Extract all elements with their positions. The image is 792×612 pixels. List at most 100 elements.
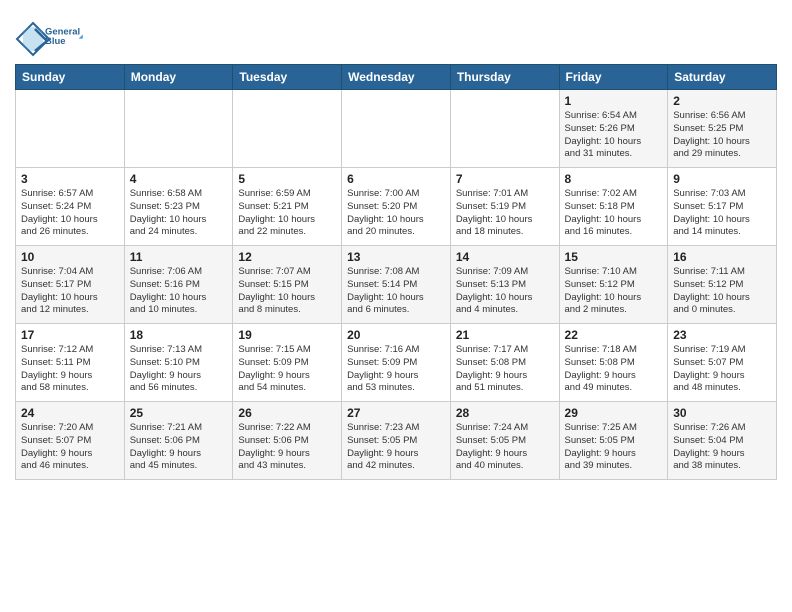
day-info: Sunrise: 7:20 AM Sunset: 5:07 PM Dayligh… [21, 422, 119, 473]
day-info: Sunrise: 7:09 AM Sunset: 5:13 PM Dayligh… [456, 266, 554, 317]
day-info: Sunrise: 7:06 AM Sunset: 5:16 PM Dayligh… [130, 266, 228, 317]
day-cell: 7Sunrise: 7:01 AM Sunset: 5:19 PM Daylig… [450, 168, 559, 246]
calendar: SundayMondayTuesdayWednesdayThursdayFrid… [15, 64, 777, 480]
day-info: Sunrise: 7:26 AM Sunset: 5:04 PM Dayligh… [673, 422, 771, 473]
day-cell: 17Sunrise: 7:12 AM Sunset: 5:11 PM Dayli… [16, 324, 125, 402]
day-info: Sunrise: 7:15 AM Sunset: 5:09 PM Dayligh… [238, 344, 336, 395]
day-number: 5 [238, 172, 336, 186]
weekday-header-saturday: Saturday [668, 65, 777, 90]
day-cell: 26 Sunrise: 7:22 AM Sunset: 5:06 PM Dayli… [233, 402, 342, 480]
week-row-2: 3Sunrise: 6:57 AM Sunset: 5:24 PM Daylig… [16, 168, 777, 246]
day-info: Sunrise: 6:54 AM Sunset: 5:26 PM Dayligh… [565, 110, 663, 161]
day-number: 25 [130, 406, 228, 420]
day-number: 26 [238, 406, 336, 420]
week-row-1: 1 Sunrise: 6:54 AM Sunset: 5:26 PM Daylig… [16, 90, 777, 168]
day-info: Sunrise: 7:07 AM Sunset: 5:15 PM Dayligh… [238, 266, 336, 317]
day-number: 28 [456, 406, 554, 420]
day-cell [233, 90, 342, 168]
day-number: 9 [673, 172, 771, 186]
day-number: 20 [347, 328, 445, 342]
page: General Blue SundayMondayTuesdayWednesda… [0, 0, 792, 495]
day-cell: 24 Sunrise: 7:20 AM Sunset: 5:07 PM Dayli… [16, 402, 125, 480]
week-row-4: 17Sunrise: 7:12 AM Sunset: 5:11 PM Dayli… [16, 324, 777, 402]
day-number: 30 [673, 406, 771, 420]
day-cell: 13 Sunrise: 7:08 AM Sunset: 5:14 PM Dayli… [342, 246, 451, 324]
day-cell: 10Sunrise: 7:04 AM Sunset: 5:17 PM Dayli… [16, 246, 125, 324]
day-cell: 30 Sunrise: 7:26 AM Sunset: 5:04 PM Dayli… [668, 402, 777, 480]
day-number: 27 [347, 406, 445, 420]
day-info: Sunrise: 7:04 AM Sunset: 5:17 PM Dayligh… [21, 266, 119, 317]
day-info: Sunrise: 7:08 AM Sunset: 5:14 PM Dayligh… [347, 266, 445, 317]
day-cell: 4Sunrise: 6:58 AM Sunset: 5:23 PM Daylig… [124, 168, 233, 246]
week-row-3: 10Sunrise: 7:04 AM Sunset: 5:17 PM Dayli… [16, 246, 777, 324]
day-number: 13 [347, 250, 445, 264]
day-cell: 20Sunrise: 7:16 AM Sunset: 5:09 PM Dayli… [342, 324, 451, 402]
weekday-header-monday: Monday [124, 65, 233, 90]
weekday-header-friday: Friday [559, 65, 668, 90]
day-cell: 1 Sunrise: 6:54 AM Sunset: 5:26 PM Daylig… [559, 90, 668, 168]
day-cell [124, 90, 233, 168]
day-info: Sunrise: 7:00 AM Sunset: 5:20 PM Dayligh… [347, 188, 445, 239]
day-number: 1 [565, 94, 663, 108]
weekday-header-thursday: Thursday [450, 65, 559, 90]
weekday-header-sunday: Sunday [16, 65, 125, 90]
day-cell: 18 Sunrise: 7:13 AM Sunset: 5:10 PM Dayli… [124, 324, 233, 402]
day-number: 2 [673, 94, 771, 108]
weekday-header-wednesday: Wednesday [342, 65, 451, 90]
day-cell: 21 Sunrise: 7:17 AM Sunset: 5:08 PM Dayli… [450, 324, 559, 402]
day-cell: 6Sunrise: 7:00 AM Sunset: 5:20 PM Daylig… [342, 168, 451, 246]
day-cell: 25 Sunrise: 7:21 AM Sunset: 5:06 PM Dayli… [124, 402, 233, 480]
day-cell: 28 Sunrise: 7:24 AM Sunset: 5:05 PM Dayli… [450, 402, 559, 480]
day-number: 17 [21, 328, 119, 342]
day-info: Sunrise: 7:25 AM Sunset: 5:05 PM Dayligh… [565, 422, 663, 473]
week-row-5: 24 Sunrise: 7:20 AM Sunset: 5:07 PM Dayli… [16, 402, 777, 480]
day-number: 16 [673, 250, 771, 264]
day-number: 29 [565, 406, 663, 420]
weekday-header-row: SundayMondayTuesdayWednesdayThursdayFrid… [16, 65, 777, 90]
day-number: 3 [21, 172, 119, 186]
day-cell: 29 Sunrise: 7:25 AM Sunset: 5:05 PM Dayli… [559, 402, 668, 480]
day-info: Sunrise: 7:24 AM Sunset: 5:05 PM Dayligh… [456, 422, 554, 473]
day-cell: 16 Sunrise: 7:11 AM Sunset: 5:12 PM Dayli… [668, 246, 777, 324]
day-info: Sunrise: 7:13 AM Sunset: 5:10 PM Dayligh… [130, 344, 228, 395]
logo: General Blue [15, 14, 87, 56]
day-number: 21 [456, 328, 554, 342]
day-info: Sunrise: 7:19 AM Sunset: 5:07 PM Dayligh… [673, 344, 771, 395]
day-cell: 2 Sunrise: 6:56 AM Sunset: 5:25 PM Daylig… [668, 90, 777, 168]
day-cell: 14 Sunrise: 7:09 AM Sunset: 5:13 PM Dayli… [450, 246, 559, 324]
day-info: Sunrise: 6:56 AM Sunset: 5:25 PM Dayligh… [673, 110, 771, 161]
logo-icon [15, 21, 43, 49]
day-number: 22 [565, 328, 663, 342]
day-number: 19 [238, 328, 336, 342]
day-cell: 19 Sunrise: 7:15 AM Sunset: 5:09 PM Dayli… [233, 324, 342, 402]
day-number: 24 [21, 406, 119, 420]
day-number: 15 [565, 250, 663, 264]
day-info: Sunrise: 7:21 AM Sunset: 5:06 PM Dayligh… [130, 422, 228, 473]
day-cell: 3Sunrise: 6:57 AM Sunset: 5:24 PM Daylig… [16, 168, 125, 246]
day-cell [342, 90, 451, 168]
day-info: Sunrise: 7:17 AM Sunset: 5:08 PM Dayligh… [456, 344, 554, 395]
day-cell: 5 Sunrise: 6:59 AM Sunset: 5:21 PM Daylig… [233, 168, 342, 246]
day-cell: 12 Sunrise: 7:07 AM Sunset: 5:15 PM Dayli… [233, 246, 342, 324]
day-info: Sunrise: 6:59 AM Sunset: 5:21 PM Dayligh… [238, 188, 336, 239]
day-number: 8 [565, 172, 663, 186]
day-cell: 22 Sunrise: 7:18 AM Sunset: 5:08 PM Dayli… [559, 324, 668, 402]
day-number: 18 [130, 328, 228, 342]
logo-text: General Blue [45, 14, 87, 56]
day-cell: 11Sunrise: 7:06 AM Sunset: 5:16 PM Dayli… [124, 246, 233, 324]
day-info: Sunrise: 7:22 AM Sunset: 5:06 PM Dayligh… [238, 422, 336, 473]
day-cell: 8Sunrise: 7:02 AM Sunset: 5:18 PM Daylig… [559, 168, 668, 246]
day-info: Sunrise: 7:23 AM Sunset: 5:05 PM Dayligh… [347, 422, 445, 473]
day-info: Sunrise: 7:11 AM Sunset: 5:12 PM Dayligh… [673, 266, 771, 317]
day-info: Sunrise: 7:18 AM Sunset: 5:08 PM Dayligh… [565, 344, 663, 395]
weekday-header-tuesday: Tuesday [233, 65, 342, 90]
day-number: 23 [673, 328, 771, 342]
day-cell: 15 Sunrise: 7:10 AM Sunset: 5:12 PM Dayli… [559, 246, 668, 324]
day-number: 14 [456, 250, 554, 264]
day-cell [450, 90, 559, 168]
day-info: Sunrise: 7:10 AM Sunset: 5:12 PM Dayligh… [565, 266, 663, 317]
day-number: 12 [238, 250, 336, 264]
day-cell: 23 Sunrise: 7:19 AM Sunset: 5:07 PM Dayli… [668, 324, 777, 402]
day-number: 4 [130, 172, 228, 186]
day-number: 7 [456, 172, 554, 186]
